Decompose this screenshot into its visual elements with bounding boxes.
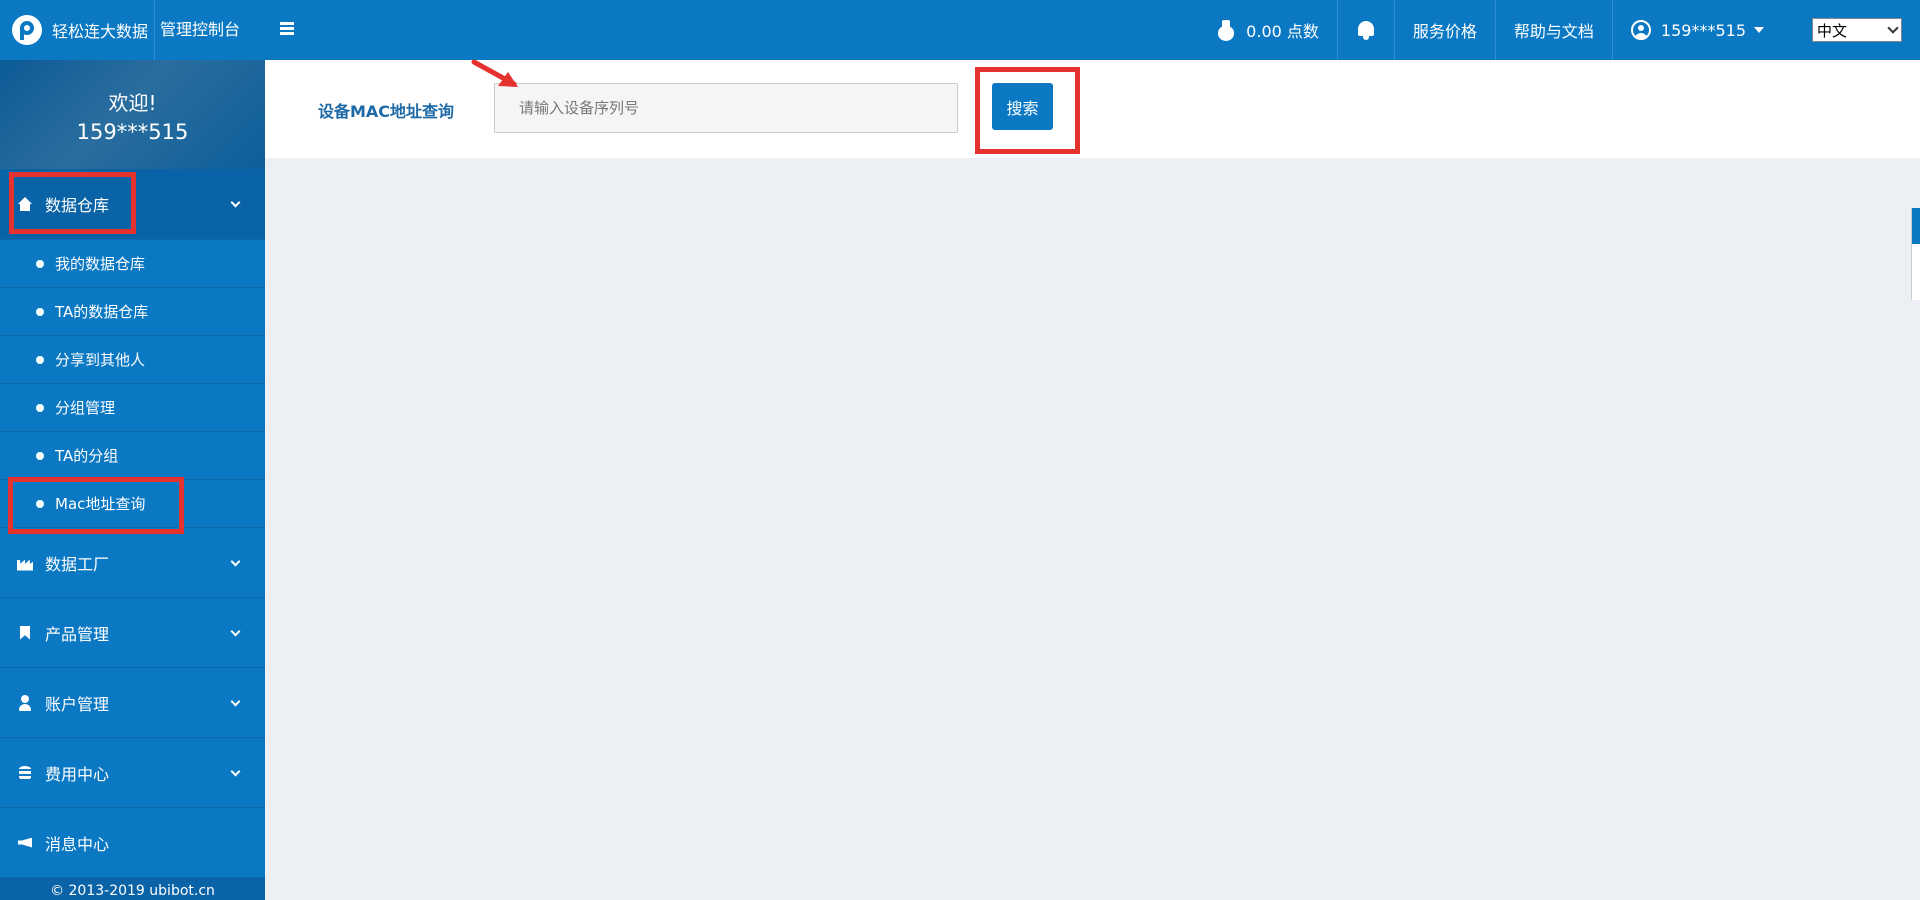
annotation-box-search-button <box>975 67 1080 154</box>
megaphone-icon <box>17 835 33 851</box>
person-icon <box>17 694 33 711</box>
bullet-icon <box>36 403 44 412</box>
search-label: 设备MAC地址查询 <box>318 102 455 121</box>
bell-icon <box>1356 19 1376 41</box>
sidebar-item-account-management[interactable]: 账户管理 <box>0 668 265 738</box>
factory-icon <box>17 555 33 571</box>
bullet-icon <box>36 259 44 268</box>
sidebar-subitem-ta-groups[interactable]: TA的分组 <box>0 432 265 480</box>
bullet-icon <box>36 355 44 364</box>
points-label: 0.00 点数 <box>1246 22 1319 41</box>
sidebar-subitem-label: 我的数据仓库 <box>55 255 146 273</box>
sidebar-subitem-group-management[interactable]: 分组管理 <box>0 384 265 432</box>
notifications-button[interactable] <box>1336 0 1394 60</box>
sidebar-subitem-label: TA的分组 <box>55 447 119 465</box>
header-right: 0.00 点数 服务价格 帮助与文档 159***515 中文 <box>1198 0 1920 60</box>
sidebar-subitem-label: TA的数据仓库 <box>55 303 149 321</box>
pricing-link[interactable]: 服务价格 <box>1393 0 1495 60</box>
chevron-down-icon <box>1887 22 1899 34</box>
sidebar-subitem-ta-warehouse[interactable]: TA的数据仓库 <box>0 288 265 336</box>
brand[interactable]: 轻松连大数据 <box>0 0 148 60</box>
sidebar-item-label: 费用中心 <box>45 764 110 784</box>
bullet-icon <box>36 451 44 460</box>
sidebar-item-label: 数据工厂 <box>45 554 110 574</box>
sidebar-item-label: 产品管理 <box>45 624 110 644</box>
brand-divider <box>154 0 155 60</box>
sidebar-subitem-label: 分享到其他人 <box>55 351 146 369</box>
welcome-panel: 欢迎! 159***515 <box>0 60 265 169</box>
sidebar-item-product-management[interactable]: 产品管理 <box>0 598 265 668</box>
brand-logo-icon <box>12 15 42 45</box>
chevron-down-icon <box>230 626 241 637</box>
brand-name: 轻松连大数据 <box>52 22 149 41</box>
language-value: 中文 <box>1817 21 1848 40</box>
annotation-arrow-icon <box>471 59 518 87</box>
top-header: 轻松连大数据 管理控制台 0.00 点数 服务价格 帮助与文档 159***51… <box>0 0 1920 60</box>
annotation-box-warehouse <box>9 172 136 234</box>
sidebar-item-message-center[interactable]: 消息中心 <box>0 808 265 878</box>
chevron-down-icon <box>230 766 241 777</box>
bullet-icon <box>36 307 44 316</box>
chevron-down-icon <box>230 696 241 707</box>
sidebar-subitem-label: 分组管理 <box>55 399 116 417</box>
help-link[interactable]: 帮助与文档 <box>1494 0 1612 60</box>
chevron-down-icon <box>230 197 241 208</box>
sidebar-subitem-my-warehouse[interactable]: 我的数据仓库 <box>0 240 265 288</box>
sidebar-item-data-factory[interactable]: 数据工厂 <box>0 528 265 598</box>
console-link[interactable]: 管理控制台 <box>160 0 240 60</box>
welcome-user: 159***515 <box>76 120 189 144</box>
moneybag-icon <box>1216 19 1236 41</box>
language-area: 中文 <box>1782 0 1920 60</box>
sidebar-item-label: 账户管理 <box>45 694 110 714</box>
copyright: © 2013-2019 ubibot.cn <box>0 878 265 900</box>
serial-number-input[interactable] <box>494 83 958 133</box>
language-select[interactable]: 中文 <box>1812 18 1902 42</box>
sidebar-subitem-share[interactable]: 分享到其他人 <box>0 336 265 384</box>
annotation-box-mac-lookup <box>8 477 184 534</box>
sidebar-item-billing-center[interactable]: 费用中心 <box>0 738 265 808</box>
caret-down-icon <box>1754 27 1764 33</box>
points-link[interactable]: 0.00 点数 <box>1198 0 1337 60</box>
menu-toggle-icon[interactable] <box>280 22 296 38</box>
side-float-tab[interactable] <box>1911 208 1920 300</box>
user-menu[interactable]: 159***515 <box>1611 0 1782 60</box>
database-icon <box>17 765 33 781</box>
user-name: 159***515 <box>1660 20 1746 40</box>
chevron-down-icon <box>230 556 241 567</box>
bookmark-icon <box>17 625 33 641</box>
sidebar-item-label: 消息中心 <box>45 834 110 854</box>
welcome-text: 欢迎! <box>108 91 157 115</box>
user-avatar-icon <box>1630 20 1651 40</box>
